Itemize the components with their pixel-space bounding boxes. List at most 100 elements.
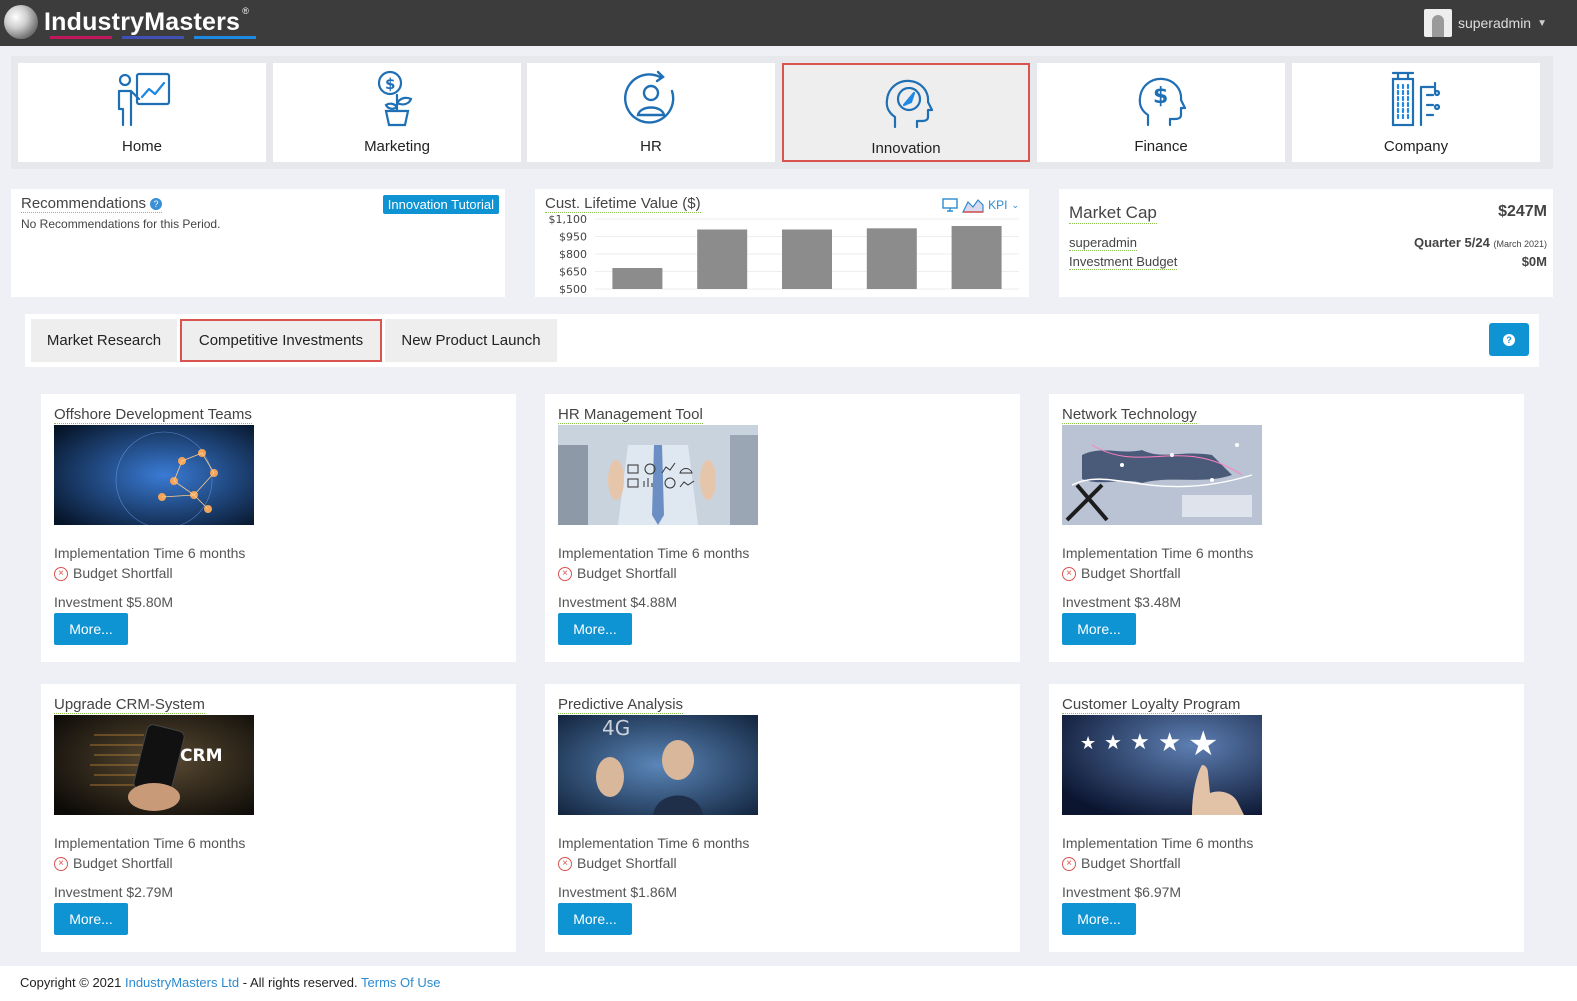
module-hr[interactable]: HR (527, 63, 775, 162)
person-refresh-icon (623, 70, 675, 124)
y-tick-label: $1,100 (549, 215, 588, 226)
help-button[interactable]: ? (1489, 323, 1529, 356)
clv-title: Cust. Lifetime Value ($) (545, 195, 701, 213)
investment-card: HR Management Tool Implementation Time 6… (545, 394, 1020, 662)
y-tick-label: $800 (559, 248, 587, 261)
clv-bar[interactable] (697, 229, 748, 290)
hr-tool-image (558, 425, 758, 525)
more-button[interactable]: More... (54, 903, 128, 935)
module-home[interactable]: Home (18, 63, 266, 162)
head-idea-icon (885, 79, 934, 129)
market-cap-panel: Market Cap $247M superadmin Quarter 5/24… (1059, 189, 1553, 297)
loyalty-program-image: ★ ★ ★ ★ ★ (1062, 715, 1262, 815)
clv-bar-chart: $1,100 $950 $800 $650 $500 (549, 215, 1019, 295)
y-tick-label: $950 (559, 231, 587, 244)
budget-status: × Budget Shortfall (54, 854, 173, 871)
clv-bar[interactable] (951, 226, 1002, 289)
error-x-icon: × (54, 567, 68, 581)
y-tick-label: $650 (559, 266, 587, 279)
tab-new-product-launch[interactable]: New Product Launch (385, 319, 557, 362)
card-title: Predictive Analysis (558, 696, 684, 714)
help-icon: ? (1503, 333, 1515, 346)
svg-text:★: ★ (1104, 730, 1122, 754)
error-x-icon: × (558, 567, 572, 581)
implementation-time: Implementation Time 6 months (558, 545, 750, 561)
investment-amount: Investment $4.88M (558, 594, 678, 610)
innovation-tutorial-button[interactable]: Innovation Tutorial (382, 195, 499, 214)
investment-amount: Investment $1.86M (558, 884, 678, 900)
implementation-time: Implementation Time 6 months (1062, 545, 1254, 561)
investment-budget-value: $0M (1521, 254, 1547, 269)
svg-text:$: $ (1153, 84, 1168, 109)
top-bar: IndustryMasters ® superadmin ▼ (0, 0, 1577, 46)
market-cap-value: $247M (1498, 203, 1547, 220)
brand-underline (50, 36, 256, 39)
recommendations-panel: Recommendations? No Recommendations for … (11, 189, 505, 297)
module-marketing[interactable]: $ Marketing (273, 63, 521, 162)
area-chart-icon[interactable] (962, 197, 984, 213)
crm-system-image: CRM (54, 715, 254, 815)
svg-text:4G: 4G (602, 716, 630, 740)
module-nav: Home $ Marketing HR Innovation $ Finance… (11, 56, 1553, 169)
kpi-dropdown[interactable]: KPI (988, 198, 1007, 212)
investment-amount: Investment $3.48M (1062, 594, 1182, 610)
budget-status: × Budget Shortfall (558, 564, 677, 581)
quarter-info: Quarter 5/24 (March 2021) (1413, 235, 1547, 250)
more-button[interactable]: More... (1062, 613, 1136, 645)
brand-logo[interactable]: IndustryMasters ® (4, 2, 256, 42)
budget-status: × Budget Shortfall (1062, 564, 1181, 581)
module-label: Company (1383, 138, 1449, 155)
investment-budget-label: Investment Budget (1069, 254, 1178, 270)
clv-bar[interactable] (866, 228, 917, 289)
svg-text:★: ★ (1188, 724, 1218, 764)
investment-card: Customer Loyalty Program ★ ★ ★ ★ ★ Implement… (1049, 684, 1524, 952)
more-button[interactable]: More... (1062, 903, 1136, 935)
investment-amount: Investment $5.80M (54, 594, 174, 610)
tab-competitive-investments[interactable]: Competitive Investments (180, 319, 382, 362)
card-title: HR Management Tool (558, 406, 703, 424)
company-link[interactable]: IndustryMasters Ltd (125, 975, 239, 990)
investment-card: Upgrade CRM-System CRM Implementation Ti… (41, 684, 516, 952)
terms-link[interactable]: Terms Of Use (361, 975, 440, 990)
market-cap-title: Market Cap (1069, 203, 1157, 224)
error-x-icon: × (54, 857, 68, 871)
buildings-icon (1391, 71, 1441, 127)
card-title: Network Technology (1062, 406, 1197, 424)
investment-card: Predictive Analysis 4G Implementation Ti… (545, 684, 1020, 952)
more-button[interactable]: More... (558, 903, 632, 935)
module-finance[interactable]: $ Finance (1037, 63, 1285, 162)
chevron-down-icon: ▼ (1537, 17, 1547, 29)
tab-market-research[interactable]: Market Research (31, 319, 177, 362)
svg-text:★: ★ (1080, 733, 1096, 754)
company-user: superadmin (1069, 235, 1137, 251)
error-x-icon: × (558, 857, 572, 871)
module-innovation[interactable]: Innovation (782, 63, 1030, 162)
network-technology-image (1062, 425, 1262, 525)
module-label: Marketing (364, 138, 430, 155)
chevron-down-icon: ⌄ (1011, 199, 1019, 210)
monitor-icon[interactable] (942, 198, 958, 212)
money-plant-icon: $ (377, 70, 413, 127)
clv-panel: Cust. Lifetime Value ($) KPI ⌄ $1,100 $95… (535, 189, 1029, 297)
more-button[interactable]: More... (558, 613, 632, 645)
clv-bar[interactable] (782, 229, 832, 290)
module-company[interactable]: Company (1292, 63, 1540, 162)
implementation-time: Implementation Time 6 months (54, 545, 246, 561)
card-title: Upgrade CRM-System (54, 696, 205, 714)
svg-text:★: ★ (1158, 728, 1181, 758)
recommendations-title: Recommendations? (21, 195, 163, 213)
brand-name: IndustryMasters ® (44, 5, 250, 36)
module-label: HR (640, 138, 662, 155)
svg-text:$: $ (385, 75, 395, 93)
investment-card: Offshore Development Teams Implementatio… (41, 394, 516, 662)
clv-toolbar: KPI ⌄ (942, 197, 1019, 213)
user-menu[interactable]: superadmin ▼ (1423, 9, 1547, 37)
investment-card: Network Technology Implementation Time 6… (1049, 394, 1524, 662)
more-button[interactable]: More... (54, 613, 128, 645)
help-icon[interactable]: ? (150, 198, 163, 210)
clv-bar[interactable] (612, 268, 663, 289)
footer: Copyright © 2021 IndustryMasters Ltd - A… (0, 966, 1577, 1001)
module-label: Innovation (871, 140, 941, 157)
predictive-analysis-image: 4G (558, 715, 758, 815)
card-title: Customer Loyalty Program (1062, 696, 1241, 714)
